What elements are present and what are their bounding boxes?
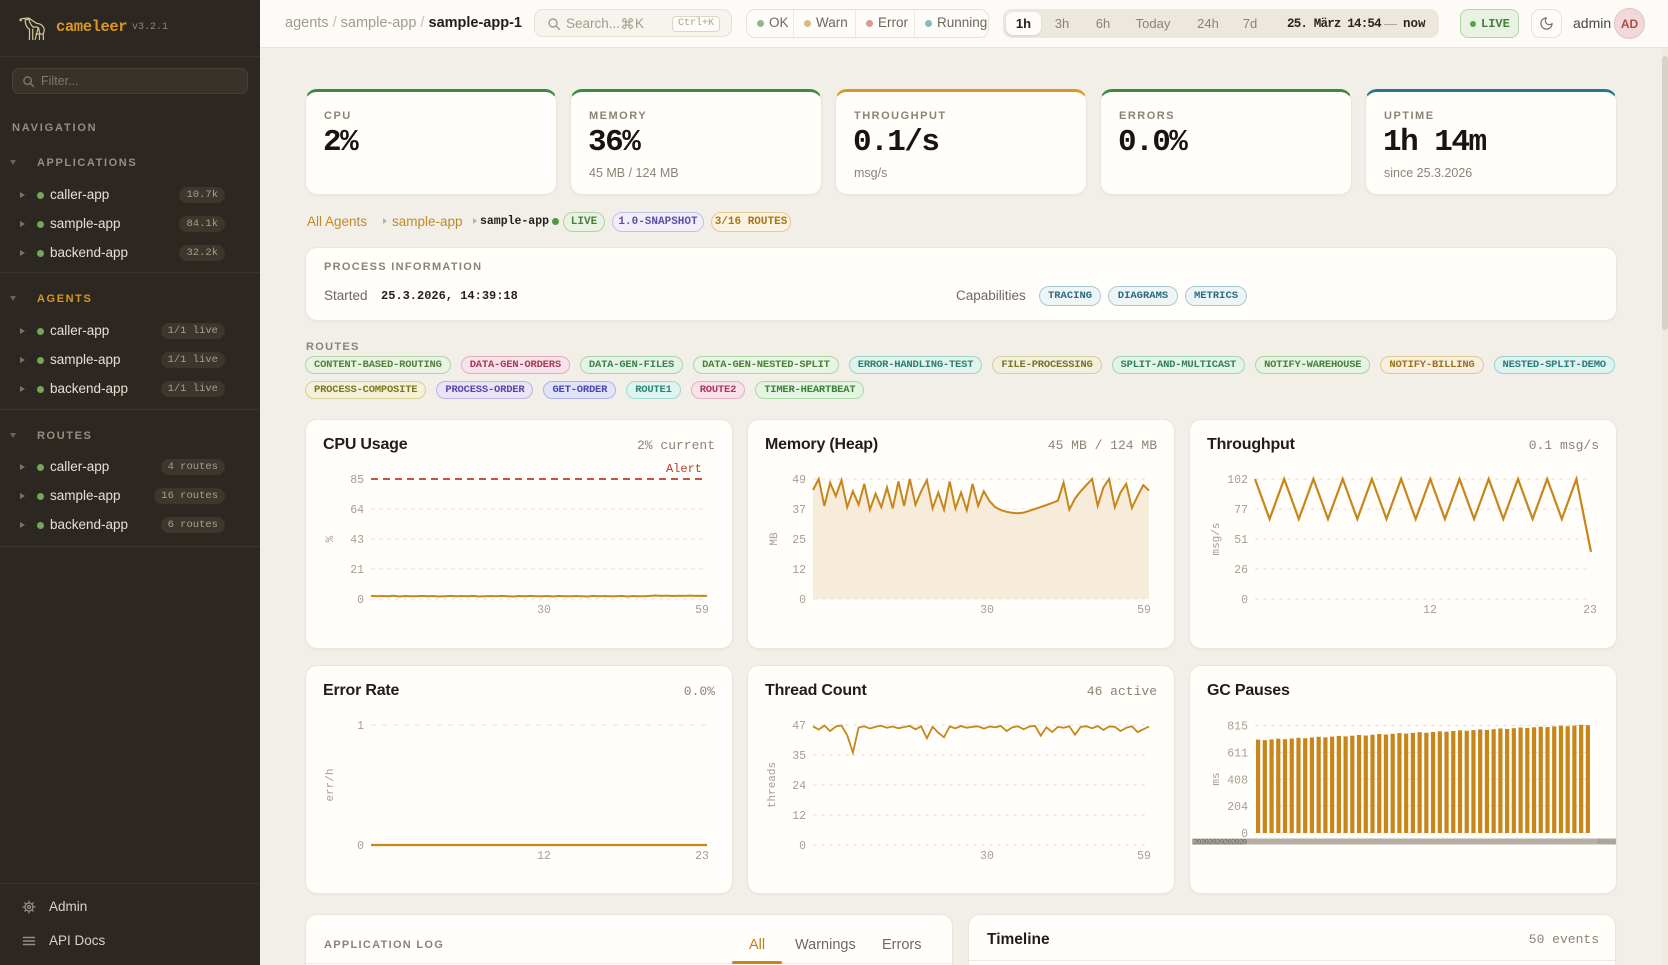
- svg-text:MB: MB: [769, 532, 781, 546]
- svg-text:err/h: err/h: [325, 768, 337, 801]
- svg-text:12: 12: [537, 850, 551, 863]
- svg-text:64: 64: [350, 504, 364, 517]
- svg-text:23: 23: [695, 850, 709, 863]
- svg-text:49: 49: [792, 474, 806, 487]
- svg-text:59: 59: [695, 604, 709, 617]
- svg-text:msg/s: msg/s: [1211, 522, 1223, 555]
- svg-text:21: 21: [350, 564, 364, 577]
- svg-text:12: 12: [1423, 604, 1437, 617]
- svg-text:611: 611: [1227, 747, 1248, 760]
- svg-text:85: 85: [350, 474, 364, 487]
- svg-text:Alert: Alert: [666, 462, 702, 476]
- svg-text:30: 30: [980, 604, 994, 617]
- svg-text:204: 204: [1227, 801, 1248, 814]
- svg-text:30: 30: [980, 850, 994, 863]
- svg-text:408: 408: [1227, 774, 1248, 787]
- svg-text:815: 815: [1227, 721, 1248, 734]
- svg-text:102: 102: [1227, 474, 1248, 487]
- svg-text:59: 59: [1137, 604, 1151, 617]
- svg-text:26: 26: [1234, 564, 1248, 577]
- svg-text:0: 0: [799, 840, 806, 853]
- svg-text:12: 12: [792, 564, 806, 577]
- svg-text:0: 0: [799, 594, 806, 607]
- svg-text:24: 24: [792, 780, 806, 793]
- svg-text:0: 0: [357, 594, 364, 607]
- svg-text:0: 0: [1241, 594, 1248, 607]
- svg-text:43: 43: [350, 534, 364, 547]
- svg-text:20202020202020: 20202020202020: [1193, 839, 1247, 848]
- svg-text:25: 25: [792, 534, 806, 547]
- svg-text:0: 0: [357, 840, 364, 853]
- svg-text:30: 30: [537, 604, 551, 617]
- svg-text:23: 23: [1583, 604, 1597, 617]
- svg-text:37: 37: [792, 504, 806, 517]
- svg-text:51: 51: [1234, 534, 1248, 547]
- svg-text:47: 47: [792, 720, 806, 733]
- svg-text:77: 77: [1234, 504, 1248, 517]
- svg-text:59: 59: [1137, 850, 1151, 863]
- svg-text:4656: 4656: [1597, 838, 1616, 847]
- svg-text:1: 1: [357, 720, 364, 733]
- svg-text:ms: ms: [1211, 772, 1223, 785]
- svg-text:12: 12: [792, 810, 806, 823]
- svg-text:35: 35: [792, 750, 806, 763]
- svg-text:threads: threads: [767, 762, 779, 808]
- svg-text:%: %: [325, 535, 337, 542]
